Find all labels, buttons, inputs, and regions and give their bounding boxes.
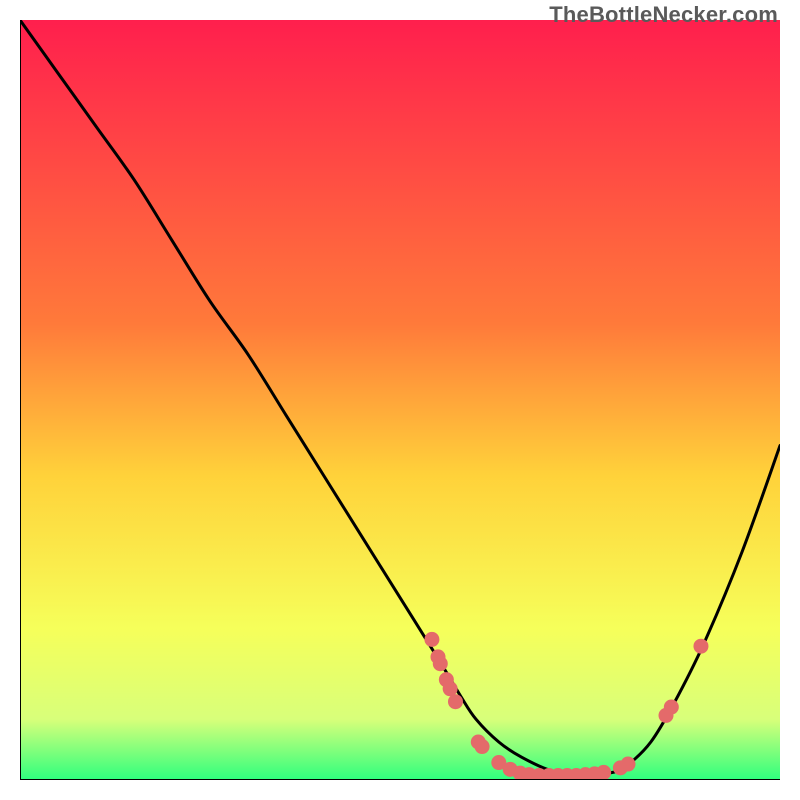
data-marker xyxy=(693,639,708,654)
chart-frame: TheBottleNecker.com xyxy=(0,0,800,800)
bottleneck-chart xyxy=(20,20,780,780)
data-marker xyxy=(664,700,679,715)
data-marker xyxy=(596,765,611,780)
gradient-background xyxy=(20,20,780,780)
data-marker xyxy=(621,757,636,772)
data-marker xyxy=(448,694,463,709)
data-marker xyxy=(475,739,490,754)
watermark-text: TheBottleNecker.com xyxy=(549,2,778,28)
data-marker xyxy=(424,632,439,647)
data-marker xyxy=(433,656,448,671)
data-marker xyxy=(443,681,458,696)
